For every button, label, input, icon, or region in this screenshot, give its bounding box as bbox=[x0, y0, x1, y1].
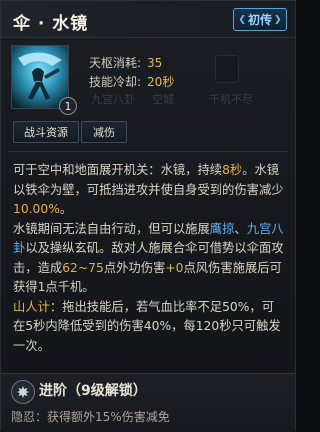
divider bbox=[9, 151, 287, 152]
lock-icon bbox=[215, 55, 239, 83]
stat-energy-cost: 天枢消耗: 35 bbox=[89, 54, 162, 71]
tag-combat-resource: 战斗资源 bbox=[13, 121, 79, 143]
slot-kongcheng: 空城 bbox=[152, 93, 174, 106]
desc-reduction-pct: 10.00% bbox=[13, 202, 60, 216]
desc-bonus-points: +0 bbox=[165, 260, 184, 275]
chevron-right-icon: ❯ bbox=[274, 14, 282, 25]
desc-paragraph-2: 水镜期间无法自由行动，但可以施展鹰掠、九宫八卦以及操纵玄矶。敌对人施展合伞可借势… bbox=[13, 221, 284, 295]
advance-section: 进阶（9级解锁） 隐忍：获得额外15%伤害减免 bbox=[1, 373, 295, 432]
desc-damage-range: 62~75 bbox=[62, 260, 104, 275]
rank-badge-label: 初传 bbox=[247, 13, 272, 27]
advance-title: 进阶（9级解锁） bbox=[39, 383, 147, 399]
stat-cooldown: 技能冷却: 20秒 bbox=[89, 73, 174, 90]
desc-paragraph-1: 可于空中和地面展开机关：水镜，持续8秒。水镜以铁伞为壁，可抵挡进攻并使自身受到的… bbox=[13, 163, 284, 216]
desc-paragraph-3: 山人计：拖出技能后，若气血比率不足50%，可在5秒内降低受到的伤害40%，每12… bbox=[13, 299, 281, 353]
link-skill-yinglue[interactable]: 鹰掠 bbox=[210, 222, 235, 236]
skill-tooltip-panel: 伞 · 水镜 ❮ 初传 ❯ 1 天枢消耗: 35 技能冷却: 20秒 九宫八卦 … bbox=[0, 0, 296, 432]
skill-level-badge: 1 bbox=[59, 97, 77, 115]
rank-badge[interactable]: ❮ 初传 ❯ bbox=[233, 8, 287, 31]
skill-description: 可于空中和地面展开机关：水镜，持续8秒。水镜以铁伞为壁，可抵挡进攻并使自身受到的… bbox=[13, 161, 285, 356]
stat-energy-label: 天枢消耗: bbox=[89, 56, 142, 70]
advance-gear-icon bbox=[11, 380, 35, 404]
stat-cooldown-value: 20秒 bbox=[147, 75, 175, 89]
stat-cooldown-label: 技能冷却: bbox=[89, 75, 142, 89]
chevron-left-icon: ❮ bbox=[238, 14, 246, 25]
title-bar: 伞 · 水镜 ❮ 初传 ❯ bbox=[1, 1, 295, 38]
desc-duration: 8秒 bbox=[222, 163, 243, 177]
slot-qianji: 千机不尽 bbox=[209, 93, 253, 106]
desc-passive-label: 山人计 bbox=[13, 299, 50, 314]
skill-title: 伞 · 水镜 bbox=[13, 14, 89, 34]
advance-subtitle: 隐忍：获得额外15%伤害减免 bbox=[11, 410, 170, 424]
tag-damage-reduction: 减伤 bbox=[81, 121, 127, 143]
stat-energy-value: 35 bbox=[147, 56, 163, 70]
